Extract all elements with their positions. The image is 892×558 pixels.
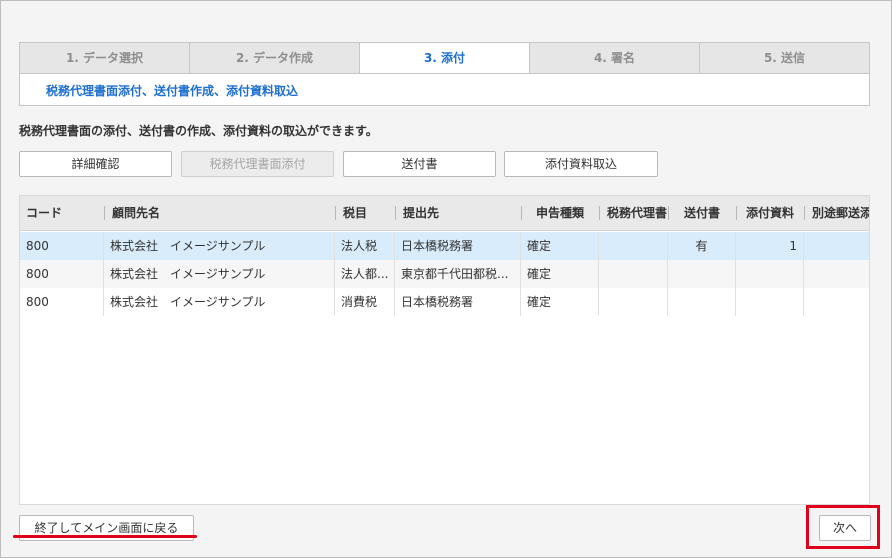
cell-destination: 日本橋税務署 bbox=[395, 232, 521, 260]
cell-tax-agent-doc bbox=[599, 232, 668, 260]
cell-tax-type: 消費税 bbox=[335, 288, 395, 316]
column-header-cover-letter[interactable]: 送付書 bbox=[668, 196, 736, 230]
cell-attachments bbox=[736, 288, 804, 316]
step-tab-attach[interactable]: 3. 添付 bbox=[360, 43, 530, 74]
step-tab-send[interactable]: 5. 送信 bbox=[700, 43, 869, 73]
cell-client: 株式会社 イメージサンプル bbox=[104, 288, 335, 316]
cover-letter-button[interactable]: 送付書 bbox=[343, 151, 496, 177]
cell-destination: 日本橋税務署 bbox=[395, 288, 521, 316]
step-tabs: 1. データ選択 2. データ作成 3. 添付 4. 署名 5. 送信 bbox=[19, 42, 870, 74]
step-tab-sign[interactable]: 4. 署名 bbox=[530, 43, 700, 73]
attach-tax-document-button[interactable]: 税務代理書面添付 bbox=[181, 151, 334, 177]
cell-client: 株式会社 イメージサンプル bbox=[104, 260, 335, 288]
column-header-separate-mail[interactable]: 別途郵送添 bbox=[804, 196, 869, 230]
column-header-attachments[interactable]: 添付資料 bbox=[736, 196, 804, 230]
step-tab-data-create[interactable]: 2. データ作成 bbox=[190, 43, 360, 73]
cell-attachments bbox=[736, 260, 804, 288]
table-header: コード 顧問先名 税目 提出先 申告種類 税務代理書 送付書 添付資料 別途郵送… bbox=[20, 196, 869, 231]
dialog-window: 1. データ選択 2. データ作成 3. 添付 4. 署名 5. 送信 税務代理… bbox=[0, 0, 892, 558]
column-header-filing-type[interactable]: 申告種類 bbox=[521, 196, 599, 230]
cell-cover-letter: 有 bbox=[668, 232, 736, 260]
cell-separate-mail bbox=[804, 260, 869, 288]
table-row[interactable]: 800 株式会社 イメージサンプル 消費税 日本橋税務署 確定 bbox=[20, 288, 869, 316]
cell-code: 800 bbox=[20, 260, 104, 288]
cell-tax-type: 法人税 bbox=[335, 232, 395, 260]
client-table: コード 顧問先名 税目 提出先 申告種類 税務代理書 送付書 添付資料 別途郵送… bbox=[19, 195, 870, 505]
step-panel: 税務代理書面添付、送付書作成、添付資料取込 bbox=[19, 73, 870, 106]
next-button[interactable]: 次へ bbox=[819, 515, 871, 541]
cell-attachments: 1 bbox=[736, 232, 804, 260]
table-row[interactable]: 800 株式会社 イメージサンプル 法人税 日本橋税務署 確定 有 1 bbox=[20, 232, 869, 260]
cell-filing-type: 確定 bbox=[521, 288, 599, 316]
page-description: 税務代理書面の添付、送付書の作成、添付資料の取込ができます。 bbox=[19, 124, 378, 138]
cell-tax-agent-doc bbox=[599, 260, 668, 288]
cell-code: 800 bbox=[20, 232, 104, 260]
cell-separate-mail bbox=[804, 232, 869, 260]
column-header-tax-agent-doc[interactable]: 税務代理書 bbox=[599, 196, 668, 230]
column-header-code[interactable]: コード bbox=[20, 196, 104, 230]
cell-client: 株式会社 イメージサンプル bbox=[104, 232, 335, 260]
cell-tax-type: 法人都... bbox=[335, 260, 395, 288]
cell-cover-letter bbox=[668, 288, 736, 316]
cell-code: 800 bbox=[20, 288, 104, 316]
cell-destination: 東京都千代田都税... bbox=[395, 260, 521, 288]
column-header-destination[interactable]: 提出先 bbox=[395, 196, 521, 230]
cell-filing-type: 確定 bbox=[521, 232, 599, 260]
cell-separate-mail bbox=[804, 288, 869, 316]
emphasis-underline bbox=[13, 535, 197, 538]
step-subtitle: 税務代理書面添付、送付書作成、添付資料取込 bbox=[46, 84, 299, 98]
cell-filing-type: 確定 bbox=[521, 260, 599, 288]
cell-cover-letter bbox=[668, 260, 736, 288]
step-tab-data-select[interactable]: 1. データ選択 bbox=[20, 43, 190, 73]
cell-tax-agent-doc bbox=[599, 288, 668, 316]
import-attachments-button[interactable]: 添付資料取込 bbox=[504, 151, 658, 177]
column-header-client[interactable]: 顧問先名 bbox=[104, 196, 335, 230]
detail-button[interactable]: 詳細確認 bbox=[19, 151, 172, 177]
column-header-tax-type[interactable]: 税目 bbox=[335, 196, 395, 230]
table-row[interactable]: 800 株式会社 イメージサンプル 法人都... 東京都千代田都税... 確定 bbox=[20, 260, 869, 288]
